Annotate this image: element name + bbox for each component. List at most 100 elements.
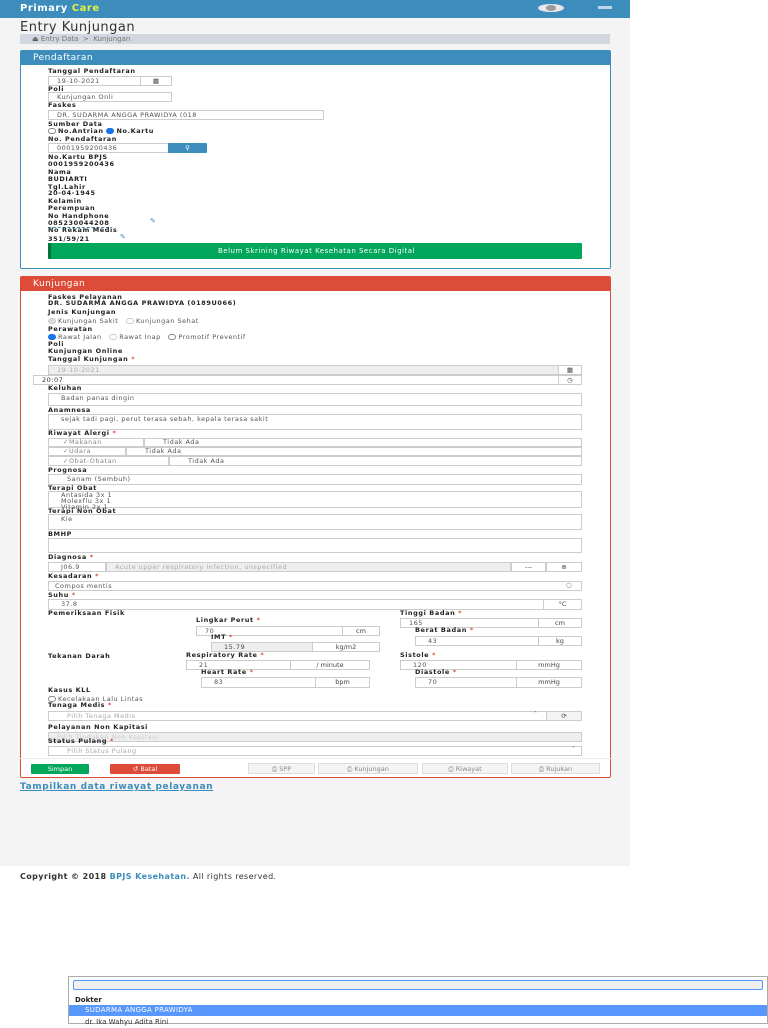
calendar-icon[interactable]: ▦ [558, 365, 582, 375]
radio-rawat-inap[interactable] [109, 334, 118, 340]
diastole-input[interactable]: 70 [415, 677, 517, 688]
brand-logo[interactable]: Primary Care [20, 3, 100, 14]
panel-footer-divider [20, 758, 611, 759]
tanggal-kunjungan-input[interactable]: 19-10-2021 [48, 365, 559, 375]
user-avatar-icon[interactable] [538, 4, 564, 12]
sumber-data-radios: No.Antrian No.Kartu [48, 127, 154, 135]
radio-no-kartu[interactable] [106, 128, 115, 134]
simpan-button[interactable]: Simpan [31, 764, 89, 774]
radio-no-antrian[interactable] [48, 128, 56, 134]
tenaga-medis-select[interactable]: Pilih Tenaga Medis [48, 711, 547, 721]
breadcrumb-kunjungan: Kunjungan [93, 35, 131, 43]
riwayat-pelayanan-link[interactable]: Tampilkan data riwayat pelayanan [20, 782, 213, 792]
sistole-label: Sistole * [400, 651, 437, 659]
label-text: Diagnosa [48, 553, 87, 561]
label-text: Kesadaran [48, 572, 93, 580]
search-icon: ⚲ [185, 144, 190, 152]
button-label: Batal [140, 765, 158, 773]
kasus-kll-label: Kasus KLL [48, 686, 91, 694]
breadcrumb-separator: > [82, 35, 89, 43]
batal-button[interactable]: ↺ Batal [110, 764, 180, 774]
alergi-udara-check[interactable]: ✓Udara [48, 447, 126, 456]
anamnesa-textarea[interactable]: sejak tadi pagi, perut terasa sebah, kep… [48, 414, 582, 430]
label-text: Status Pulang [48, 737, 108, 745]
terapi-non-obat-textarea[interactable]: Kie [48, 514, 582, 530]
nama-value: BUDIARTI [48, 175, 88, 183]
bmhp-textarea[interactable] [48, 538, 582, 553]
tinggi-unit: cm [538, 618, 582, 628]
dropdown-search-input[interactable] [73, 980, 763, 990]
radio-label: Kunjungan Sehat [135, 317, 199, 325]
alergi-obat-check[interactable]: ✓Obat-Obatan [48, 456, 169, 466]
label-text: Tinggi Badan [400, 609, 456, 617]
skrining-button[interactable]: Belum Skrining Riwayat Kesehatan Secara … [48, 243, 582, 259]
edit-rm-icon[interactable]: ✎ [120, 233, 126, 241]
terapi-obat-textarea[interactable]: Antasida 3x 1 Molexflu 3x 1 Vitamin 2x 1 [48, 491, 582, 510]
faskes-select[interactable]: DR. SUDARMA ANGGA PRAWIDYA (018 [48, 110, 324, 120]
diagnosa-code-input[interactable]: J06.9 [48, 562, 106, 572]
perawatan-label: Perawatan [48, 325, 93, 333]
label-text: Suhu [48, 591, 69, 599]
breadcrumb-entry-data[interactable]: Entry Data [41, 35, 79, 43]
berat-badan-input[interactable]: 43 [415, 636, 539, 646]
diagnosa-more-button[interactable]: --- [511, 562, 546, 572]
select-arrow-icon: ○ [566, 581, 572, 589]
alergi-obat-select[interactable]: Tidak Ada [169, 456, 582, 466]
berat-unit: kg [538, 636, 582, 646]
jam-kunjungan-input[interactable]: 20:07 [33, 375, 559, 385]
keluhan-textarea[interactable]: Badan panas dingin [48, 393, 582, 406]
kunjungan-print-button[interactable]: ⎙ Kunjungan [318, 763, 418, 774]
poli-kunjungan-value: Kunjungan Online [48, 347, 123, 355]
copyright-text: Copyright © 2018 [20, 872, 110, 881]
radio-label: No.Kartu [116, 127, 155, 135]
button-label: Rujukan [546, 765, 573, 773]
prognosa-select[interactable]: Sanam (Sembuh) [48, 474, 582, 485]
refresh-icon[interactable]: ⟳ [546, 711, 582, 721]
calendar-icon[interactable]: ▦ [140, 76, 172, 86]
diastole-unit: mmHg [516, 677, 582, 688]
keluhan-label: Keluhan [48, 384, 83, 392]
menu-toggle-icon[interactable] [598, 6, 612, 9]
radio-promotif-preventif[interactable] [168, 334, 177, 340]
add-diagnosa-icon[interactable]: ⊕ [546, 562, 582, 572]
spp-print-button[interactable]: ⎙ SPP [248, 763, 315, 774]
kesadaran-select[interactable]: Compos mentis [48, 581, 582, 591]
diagnosa-label: Diagnosa * [48, 553, 94, 561]
label-text: Diastole [415, 668, 450, 676]
edit-hp-icon[interactable]: ✎ [150, 217, 156, 225]
heart-rate-input[interactable]: 83 [201, 677, 316, 688]
label-text: Heart Rate [201, 668, 247, 676]
tinggi-badan-label: Tinggi Badan * [400, 609, 463, 617]
rr-unit: / minute [290, 660, 370, 670]
kunjungan-header: Kunjungan [21, 277, 610, 291]
chevron-down-icon: ˅ [572, 746, 575, 753]
alergi-udara-select[interactable]: Tidak Ada [126, 447, 582, 456]
footer-org-link[interactable]: BPJS Kesehatan. [110, 872, 190, 881]
dropdown-option-selected[interactable]: SUDARMA ANGGA PRAWIDYA [69, 1005, 767, 1016]
jenis-kunjungan-label: Jenis Kunjungan [48, 308, 117, 316]
radio-kunjungan-sakit[interactable] [48, 318, 56, 324]
clock-icon[interactable]: ◷ [558, 375, 582, 385]
pelayanan-non-kapitasi-label: Pelayanan Non Kapitasi [48, 723, 149, 731]
status-pulang-select[interactable]: Pilih Status Pulang [48, 746, 582, 756]
prognosa-label: Prognosa [48, 466, 88, 474]
rm-label: No Rekam Medis [48, 226, 118, 234]
print-icon: ⎙ [448, 765, 454, 773]
tanggal-pendaftaran-label: Tanggal Pendaftaran [48, 67, 136, 75]
alergi-makanan-check[interactable]: ✓Makanan [48, 438, 144, 447]
label-text: Tanggal Kunjungan [48, 355, 129, 363]
no-pendaftaran-input[interactable]: 0001959200436 [48, 143, 169, 153]
alergi-type: Obat-Obatan [68, 457, 117, 465]
search-button[interactable]: ⚲ [168, 143, 207, 153]
button-label: Riwayat [455, 765, 482, 773]
alergi-makanan-select[interactable]: Tidak Ada [144, 438, 582, 447]
suhu-label: Suhu * [48, 591, 76, 599]
bmhp-label: BMHP [48, 530, 73, 538]
hr-unit: bpm [315, 677, 370, 688]
rujukan-print-button[interactable]: ⎙ Rujukan [511, 763, 600, 774]
radio-label: No.Antrian [58, 127, 104, 135]
undo-icon: ↺ [132, 765, 139, 773]
radio-kunjungan-sehat[interactable] [125, 318, 134, 324]
riwayat-print-button[interactable]: ⎙ Riwayat [422, 763, 508, 774]
dropdown-option[interactable]: dr. Ika Wahyu Adita Rini [69, 1016, 767, 1028]
